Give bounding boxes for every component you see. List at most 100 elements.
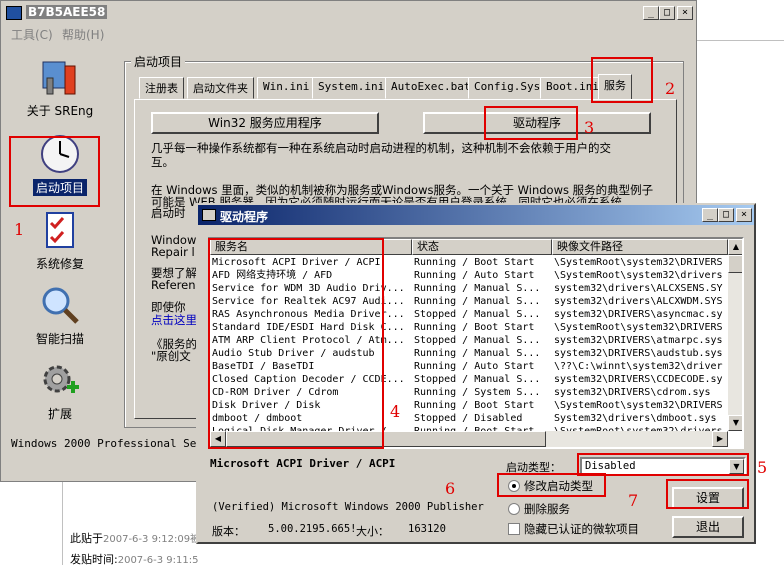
annotation-number-1: 1 xyxy=(14,220,25,239)
nav-repair[interactable]: 系统修复 xyxy=(15,209,105,272)
driver-maximize-button[interactable]: □ xyxy=(718,208,734,222)
cell-status: Stopped / Manual S... xyxy=(414,309,541,320)
nav-extend-label: 扩展 xyxy=(47,407,72,421)
bg-edit-time: 2007-6-3 9:12:09被 xyxy=(103,534,201,545)
cell-status: Stopped / Manual S... xyxy=(414,335,541,346)
annotation-number-6: 6 xyxy=(445,479,456,498)
desc-link[interactable]: 点击这里 xyxy=(151,313,197,327)
radio-delete-label[interactable]: 删除服务 xyxy=(524,501,570,517)
column-header-status[interactable]: 状态 xyxy=(412,239,552,255)
group-title: 启动项目 xyxy=(131,53,186,70)
main-titlebar[interactable]: B7B5AEE58 _ □ × xyxy=(2,3,695,23)
cell-image-path: \SystemRoot\system32\DRIVERS xyxy=(554,257,723,268)
checklist-icon xyxy=(39,209,81,251)
nav-scan-label: 智能扫描 xyxy=(35,332,84,346)
cell-status: Running / Auto Start xyxy=(414,361,535,372)
annotation-box-6 xyxy=(497,473,606,497)
cell-status: Running / Boot Start xyxy=(414,257,535,268)
annotation-number-4: 4 xyxy=(390,402,401,421)
cell-image-path: \SystemRoot\system32\DRIVERS xyxy=(554,322,723,333)
selected-driver-name: Microsoft ACPI Driver / ACPI xyxy=(210,457,396,470)
menu-tools[interactable]: 工具(C) xyxy=(11,26,53,43)
cell-status: Running / Manual S... xyxy=(414,348,541,359)
cell-image-path: system32\DRIVERS\cdrom.sys xyxy=(554,387,711,398)
desc-line-13: "原创文 xyxy=(151,349,191,363)
driver-titlebar[interactable]: 驱动程序 _ □ × xyxy=(198,205,754,225)
win32-services-button[interactable]: Win32 服务应用程序 xyxy=(151,112,379,134)
cell-status: Stopped / Manual S... xyxy=(414,374,541,385)
cell-image-path: \??\C:\winnt\system32\driver xyxy=(554,361,723,372)
annotation-box-7 xyxy=(666,479,749,509)
nav-scan[interactable]: 智能扫描 xyxy=(15,284,105,347)
tab-system-ini[interactable]: System.ini xyxy=(312,77,391,99)
cell-image-path: \SystemRoot\system32\drivers xyxy=(554,270,723,281)
cell-image-path: system32\DRIVERS\CCDECODE.sy xyxy=(554,374,723,385)
annotation-number-7: 7 xyxy=(628,491,639,510)
maximize-button[interactable]: □ xyxy=(659,6,675,20)
annotation-number-5: 5 xyxy=(757,458,768,477)
cell-image-path: system32\drivers\ALCXSENS.SY xyxy=(554,283,723,294)
cell-status: Running / System S... xyxy=(414,387,541,398)
size-value: 163120 xyxy=(408,523,446,535)
annotation-box-4 xyxy=(208,238,384,449)
cell-status: Running / Boot Start xyxy=(414,400,535,411)
tab-startup-folder[interactable]: 启动文件夹 xyxy=(187,77,254,99)
radio-delete-service[interactable] xyxy=(508,503,520,515)
menu-help[interactable]: 帮助(H) xyxy=(62,26,104,43)
hide-ms-label[interactable]: 隐藏已认证的微软项目 xyxy=(524,521,639,537)
annotation-box-3 xyxy=(484,106,578,140)
exit-button[interactable]: 退出 xyxy=(672,516,744,538)
tab-registry[interactable]: 注册表 xyxy=(139,77,184,99)
desc-line-5: 启动时 xyxy=(151,206,186,220)
cell-image-path: system32\DRIVERS\asyncmac.sy xyxy=(554,309,723,320)
cell-image-path: \SystemRoot\system32\DRIVERS xyxy=(554,400,723,411)
hide-ms-checkbox[interactable] xyxy=(508,523,520,535)
menubar: 工具(C) 帮助(H) xyxy=(2,24,695,42)
driver-window-icon xyxy=(202,209,216,221)
column-header-path[interactable]: 映像文件路径 xyxy=(552,239,728,255)
vertical-scroll-thumb[interactable] xyxy=(728,255,742,273)
cell-status: Running / Boot Start xyxy=(414,322,535,333)
publisher-text: (Verified) Microsoft Windows 2000 Publis… xyxy=(212,501,484,513)
tools-icon xyxy=(39,56,81,98)
tab-config-sys[interactable]: Config.Sys xyxy=(468,77,547,99)
annotation-box-1 xyxy=(9,136,100,207)
scroll-up-button[interactable]: ▲ xyxy=(728,239,742,255)
tab-autoexec[interactable]: AutoExec.bat xyxy=(385,77,477,99)
minimize-button[interactable]: _ xyxy=(643,6,659,20)
vertical-scrollbar[interactable]: ▲ ▼ xyxy=(728,239,742,431)
bg-post-time: 2007-6-3 9:11:5 xyxy=(117,555,199,566)
driver-window-title: 驱动程序 xyxy=(220,210,269,224)
tab-win-ini[interactable]: Win.ini xyxy=(257,77,316,99)
version-label: 版本： xyxy=(212,525,245,538)
annotation-number-2: 2 xyxy=(665,79,676,98)
cell-image-path: system32\DRIVERS\atmarpc.sys xyxy=(554,335,723,346)
cell-status: Stopped / Disabled xyxy=(414,413,523,424)
bg-post-label: 发贴时间: xyxy=(70,553,118,566)
gear-plus-icon xyxy=(39,359,81,401)
nav-about-label: 关于 SREng xyxy=(26,104,94,118)
cell-status: Running / Auto Start xyxy=(414,270,535,281)
desc-line-10: 即使你 xyxy=(151,300,186,314)
cell-status: Running / Manual S... xyxy=(414,283,541,294)
cell-image-path: system32\DRIVERS\audstub.sys xyxy=(554,348,723,359)
status-text: Windows 2000 Professional Serv xyxy=(11,437,210,450)
nav-extend[interactable]: 扩展 xyxy=(15,359,105,422)
desc-line-2: 互。 xyxy=(151,155,174,169)
driver-close-button[interactable]: × xyxy=(736,208,752,222)
cell-image-path: System32\drivers\dmboot.sys xyxy=(554,413,717,424)
background-divider-vertical xyxy=(62,482,63,565)
annotation-number-3: 3 xyxy=(584,118,595,137)
app-icon xyxy=(6,6,22,20)
bg-edit-label: 此贴于 xyxy=(70,532,103,545)
annotation-box-2 xyxy=(591,57,653,103)
scroll-right-button[interactable]: ▶ xyxy=(712,431,728,447)
close-button[interactable]: × xyxy=(677,6,693,20)
nav-repair-label: 系统修复 xyxy=(35,257,84,271)
bg-edit-line: 此贴于2007-6-3 9:12:09被 xyxy=(70,530,200,546)
background-divider xyxy=(697,40,784,41)
scroll-down-button[interactable]: ▼ xyxy=(728,415,742,431)
driver-minimize-button[interactable]: _ xyxy=(702,208,718,222)
nav-about[interactable]: 关于 SREng xyxy=(15,56,105,119)
cell-status: Running / Manual S... xyxy=(414,296,541,307)
